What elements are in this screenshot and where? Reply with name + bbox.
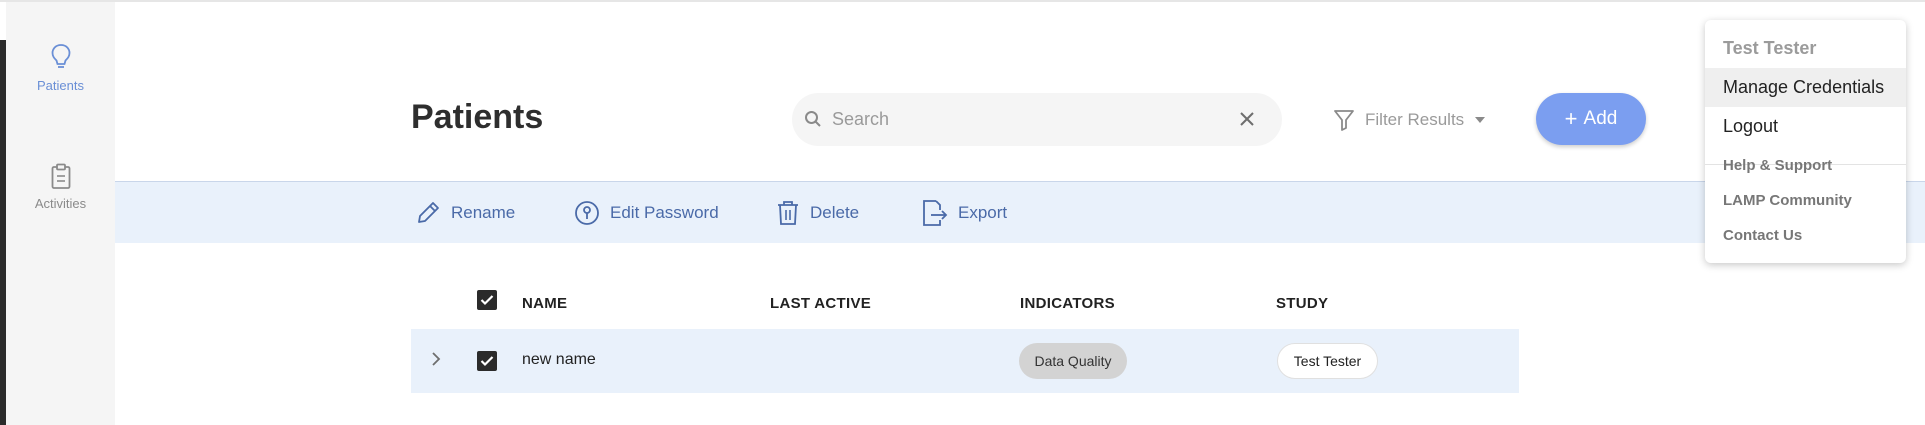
edit-password-label: Edit Password	[610, 203, 719, 222]
lock-icon	[575, 201, 599, 225]
trash-icon	[778, 201, 798, 225]
chevron-right-icon[interactable]	[431, 351, 441, 367]
column-header-name[interactable]: NAME	[522, 295, 567, 312]
logout-item[interactable]: Logout	[1705, 107, 1906, 146]
search-input[interactable]	[832, 103, 1212, 136]
top-border	[0, 0, 1925, 2]
filter-label: Filter Results	[1365, 110, 1465, 129]
chevron-down-icon	[1475, 117, 1486, 123]
sidebar-item-patients[interactable]: Patients	[6, 42, 115, 93]
manage-credentials-item[interactable]: Manage Credentials	[1705, 68, 1906, 107]
search-bar	[792, 93, 1282, 146]
lamp-community-link[interactable]: LAMP Community	[1723, 192, 1852, 209]
menu-user-name: Test Tester	[1723, 38, 1817, 58]
checkmark-icon	[480, 356, 494, 367]
pencil-icon	[418, 202, 439, 223]
sidebar-item-activities[interactable]: Activities	[6, 162, 115, 211]
table-row[interactable]: new name Data Quality Test Tester	[411, 329, 1519, 393]
delete-label: Delete	[810, 203, 860, 222]
rename-button[interactable]: Rename	[415, 198, 515, 228]
help-support-link[interactable]: Help & Support	[1723, 157, 1832, 174]
export-icon	[923, 200, 948, 226]
search-icon	[805, 111, 821, 127]
column-header-indicators[interactable]: INDICATORS	[1020, 295, 1115, 312]
filter-icon	[1334, 110, 1354, 131]
column-header-study[interactable]: STUDY	[1276, 295, 1328, 312]
sidebar: Patients Activities	[6, 2, 115, 425]
lightbulb-icon	[51, 44, 70, 68]
add-button[interactable]: + Add	[1536, 93, 1646, 145]
row-checkbox[interactable]	[477, 351, 497, 371]
plus-icon: +	[1564, 106, 1578, 131]
edit-password-button[interactable]: Edit Password	[574, 198, 719, 228]
column-header-last-active[interactable]: LAST ACTIVE	[770, 295, 871, 312]
study-chip[interactable]: Test Tester	[1277, 343, 1378, 379]
table-header: NAME LAST ACTIVE INDICATORS STUDY	[411, 283, 1519, 323]
filter-results-button[interactable]: Filter Results	[1333, 106, 1486, 134]
rename-label: Rename	[451, 203, 516, 222]
data-quality-chip: Data Quality	[1019, 343, 1127, 379]
clipboard-icon	[51, 163, 70, 189]
page-title: Patients	[411, 98, 544, 136]
checkmark-icon	[480, 295, 494, 306]
patient-name: new name	[522, 351, 596, 368]
add-label: Add	[1583, 108, 1618, 129]
action-toolbar: Rename Edit Password Delete Export	[115, 181, 1925, 243]
sidebar-item-label: Activities	[34, 196, 87, 211]
contact-us-link[interactable]: Contact Us	[1723, 227, 1802, 244]
delete-button[interactable]: Delete	[776, 198, 859, 228]
select-all-checkbox[interactable]	[477, 290, 497, 310]
export-button[interactable]: Export	[920, 198, 1007, 228]
user-menu: Test Tester Manage Credentials Logout He…	[1705, 20, 1906, 263]
export-label: Export	[958, 203, 1008, 222]
clear-search-icon[interactable]	[1239, 111, 1255, 127]
sidebar-item-label: Patients	[37, 78, 84, 93]
